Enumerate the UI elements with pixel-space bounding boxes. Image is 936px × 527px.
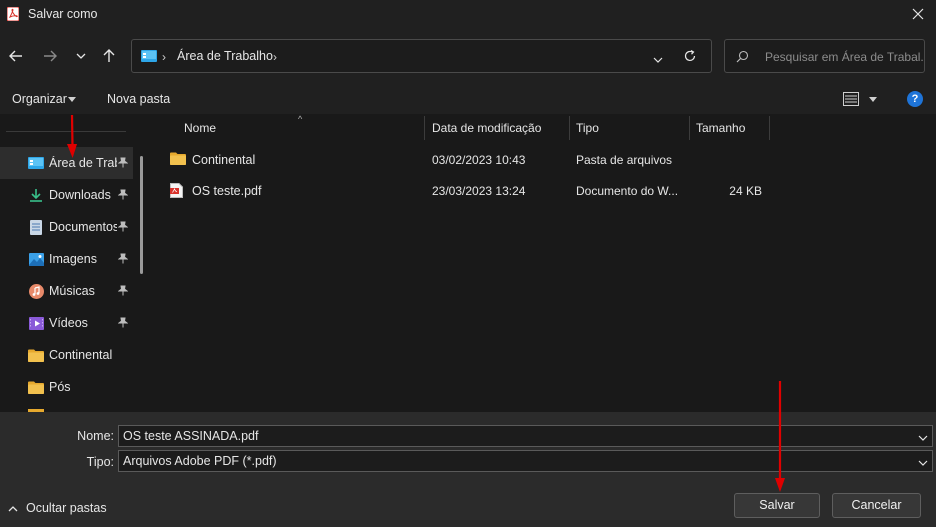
sidebar-item-downloads[interactable]: Downloads <box>0 179 133 211</box>
pin-icon <box>117 317 129 331</box>
pdf-file-icon <box>170 183 183 201</box>
command-bar: Organizar Nova pasta ? <box>0 84 936 114</box>
up-arrow-icon[interactable] <box>99 46 119 66</box>
pin-icon <box>117 285 129 299</box>
breadcrumb-chevron-icon[interactable]: › <box>273 50 277 64</box>
sidebar-item-label: Pós <box>49 380 71 394</box>
annotation-arrow-icon <box>775 381 785 492</box>
desktop-icon <box>28 155 44 171</box>
file-type-select[interactable]: Arquivos Adobe PDF (*.pdf) <box>118 450 933 472</box>
desktop-icon <box>141 50 157 65</box>
table-row[interactable]: OS teste.pdf 23/03/2023 13:24 Documento … <box>170 177 790 205</box>
window-title: Salvar como <box>28 7 98 21</box>
hide-folders-button[interactable]: Ocultar pastas <box>8 501 107 515</box>
file-type-value: Arquivos Adobe PDF (*.pdf) <box>123 454 277 468</box>
sidebar-item-videos[interactable]: Vídeos <box>0 307 133 339</box>
save-button[interactable]: Salvar <box>734 493 820 518</box>
breadcrumb-location[interactable]: Área de Trabalho <box>177 49 273 63</box>
column-header-name[interactable]: Nome <box>184 114 216 141</box>
sidebar-item-documentos[interactable]: Documentos <box>0 211 133 243</box>
file-type: Pasta de arquivos <box>576 153 673 167</box>
music-icon <box>28 283 44 299</box>
file-name: Continental <box>192 153 256 167</box>
breadcrumb-chevron-icon: › <box>162 50 166 64</box>
file-type-label: Tipo: <box>86 455 114 469</box>
back-arrow-icon[interactable] <box>6 46 26 66</box>
search-input[interactable]: Pesquisar em Área de Trabal... <box>765 50 923 64</box>
pin-icon <box>117 157 129 171</box>
search-icon <box>736 50 749 66</box>
address-bar[interactable]: › Área de Trabalho › <box>131 39 712 73</box>
file-name-label: Nome: <box>77 429 114 443</box>
close-icon[interactable] <box>908 4 928 24</box>
title-bar: Salvar como <box>0 0 936 28</box>
column-divider[interactable] <box>424 116 425 140</box>
pin-icon <box>117 253 129 267</box>
file-date: 23/03/2023 13:24 <box>432 184 526 198</box>
sidebar-item-continental[interactable]: Continental <box>0 339 133 371</box>
column-divider[interactable] <box>769 116 770 140</box>
new-folder-button[interactable]: Nova pasta <box>107 92 170 106</box>
column-header-size[interactable]: Tamanho <box>696 114 745 141</box>
organize-button[interactable]: Organizar <box>12 92 67 106</box>
video-icon <box>28 315 44 331</box>
sidebar-item-label: Imagens <box>49 252 97 266</box>
acrobat-app-icon <box>6 6 20 22</box>
file-size: 24 KB <box>729 184 762 198</box>
help-icon[interactable]: ? <box>907 91 923 107</box>
view-options-caret-icon[interactable] <box>869 97 877 102</box>
address-history-chevron-icon[interactable] <box>653 52 663 66</box>
sidebar-item-label: Vídeos <box>49 316 88 330</box>
sidebar-item-label: Área de Trabalho <box>49 156 117 170</box>
forward-arrow-icon[interactable] <box>40 46 60 66</box>
folder-icon <box>170 152 186 168</box>
column-header-type[interactable]: Tipo <box>576 114 599 141</box>
chevron-up-icon <box>8 501 18 515</box>
image-icon <box>28 251 44 267</box>
save-panel: Nome: OS teste ASSINADA.pdf Tipo: Arquiv… <box>0 412 936 527</box>
sort-ascending-icon: ^ <box>298 114 303 124</box>
refresh-icon[interactable] <box>683 49 697 66</box>
chevron-down-icon[interactable] <box>918 455 928 475</box>
table-row[interactable]: Continental 03/02/2023 10:43 Pasta de ar… <box>170 146 790 174</box>
search-box[interactable]: Pesquisar em Área de Trabal... <box>724 39 925 73</box>
navigation-bar: › Área de Trabalho › Pesquisar em Área d… <box>0 28 936 84</box>
column-header-date[interactable]: Data de modificação <box>432 114 541 141</box>
file-name: OS teste.pdf <box>192 184 262 198</box>
hide-folders-label: Ocultar pastas <box>26 501 107 515</box>
file-list: ^ Nome Data de modificação Tipo Tamanho … <box>152 114 936 412</box>
view-details-icon[interactable] <box>843 92 859 109</box>
file-type: Documento do W... <box>576 184 679 198</box>
sidebar-item-label: Downloads <box>49 188 111 202</box>
annotation-arrow-icon <box>67 114 77 158</box>
sidebar-item-label: Músicas <box>49 284 95 298</box>
cancel-button[interactable]: Cancelar <box>832 493 921 518</box>
download-icon <box>28 187 44 203</box>
sidebar-item-imagens[interactable]: Imagens <box>0 243 133 275</box>
chevron-down-icon[interactable] <box>918 430 928 450</box>
document-icon <box>28 219 44 235</box>
sidebar-item-musicas[interactable]: Músicas <box>0 275 133 307</box>
recent-locations-chevron-icon[interactable] <box>71 46 91 66</box>
column-divider[interactable] <box>689 116 690 140</box>
file-name-field[interactable]: OS teste ASSINADA.pdf <box>118 425 933 447</box>
pin-icon <box>117 189 129 203</box>
sidebar-scrollbar[interactable] <box>140 156 143 274</box>
column-divider[interactable] <box>569 116 570 140</box>
file-name-value: OS teste ASSINADA.pdf <box>123 429 259 443</box>
sidebar-item-label: Continental <box>49 348 113 362</box>
pin-icon <box>117 221 129 235</box>
folder-icon <box>28 347 44 363</box>
organize-caret-icon[interactable] <box>68 97 76 102</box>
sidebar-item-pos[interactable]: Pós <box>0 371 133 403</box>
folder-icon <box>28 379 44 395</box>
sidebar-item-label: Documentos <box>49 220 117 234</box>
file-date: 03/02/2023 10:43 <box>432 153 526 167</box>
